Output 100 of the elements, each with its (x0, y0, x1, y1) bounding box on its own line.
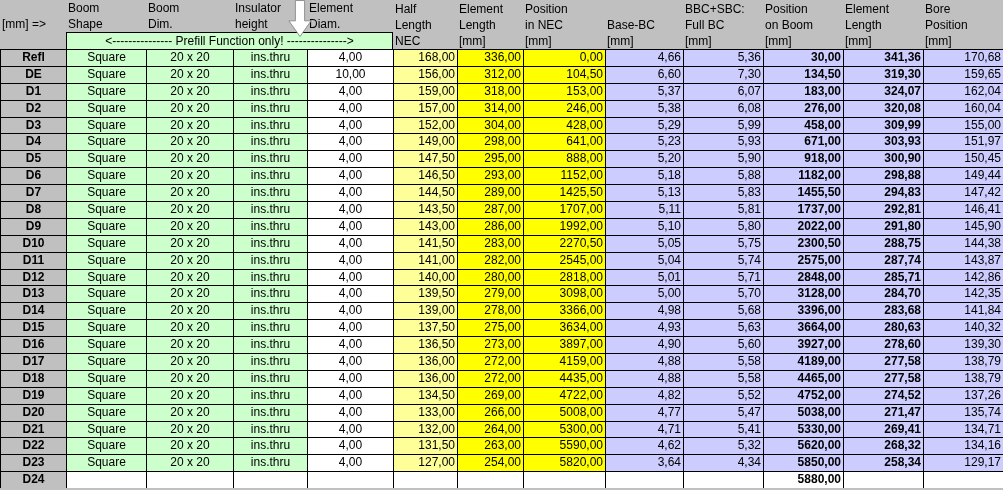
table-cell: 279,00 (458, 286, 523, 303)
table-cell: 5,04 (606, 252, 683, 269)
table-cell: 137,50 (394, 320, 457, 337)
table-cell: 4,00 (308, 185, 393, 201)
table-cell: ins.thru (234, 235, 307, 252)
table-cell: 291,80 (844, 218, 923, 235)
table-cell: Square (67, 303, 146, 320)
unit-label: [mm] => (1, 16, 47, 32)
table-cell: Square (67, 320, 146, 337)
table-cell: 271,47 (844, 404, 923, 421)
table-cell: 283,68 (844, 303, 923, 320)
table-cell: ins.thru (234, 337, 307, 354)
table-cell: 4,88 (606, 354, 683, 370)
table-cell: 3128,00 (764, 286, 843, 303)
table-cell: 20 x 20 (147, 387, 233, 404)
table-cell: 3366,00 (524, 303, 605, 320)
row-label: D7 (1, 185, 66, 201)
table-cell: 318,00 (458, 83, 523, 100)
table-cell: 2300,50 (764, 235, 843, 252)
table-cell: 4,71 (606, 421, 683, 438)
table-cell: 278,60 (844, 337, 923, 354)
table-cell: 1182,00 (764, 168, 843, 185)
table-cell: 2545,00 (524, 252, 605, 269)
table-cell: 134,50 (764, 66, 843, 83)
table-cell: 4,93 (606, 320, 683, 337)
table-cell: 20 x 20 (147, 303, 233, 320)
table-cell: 153,00 (524, 83, 605, 100)
table-cell: 304,00 (458, 117, 523, 134)
table-cell: 4,90 (606, 337, 683, 354)
table-cell: 4465,00 (764, 370, 843, 387)
table-cell: Square (67, 100, 146, 117)
table-cell: 4,00 (308, 421, 393, 438)
table-cell: 5,58 (684, 354, 763, 370)
table-cell: ins.thru (234, 83, 307, 100)
table-cell: Square (67, 117, 146, 134)
column-header: Boom Dim. (148, 0, 180, 32)
table-cell: ins.thru (234, 50, 307, 66)
table-cell: 4,00 (308, 252, 393, 269)
table-cell: 136,00 (394, 370, 457, 387)
table-cell: 138,79 (924, 354, 1003, 370)
table-cell: 288,75 (844, 235, 923, 252)
table-cell: 5590,00 (524, 438, 605, 455)
table-cell: 289,00 (458, 185, 523, 201)
table-cell: Square (67, 218, 146, 235)
table-cell: 264,00 (458, 421, 523, 438)
table-cell: 263,00 (458, 438, 523, 455)
table-cell: 149,00 (394, 134, 457, 151)
table-cell: 127,00 (394, 455, 457, 472)
table-cell: Square (67, 404, 146, 421)
table-cell: 888,00 (524, 151, 605, 168)
table-cell: 20 x 20 (147, 235, 233, 252)
table-cell: 168,00 (394, 50, 457, 66)
table-cell: 4,00 (308, 354, 393, 370)
row-label: D2 (1, 100, 66, 117)
table-cell: 159,00 (394, 83, 457, 100)
table-cell: 5850,00 (764, 455, 843, 472)
table-cell: 5,81 (684, 202, 763, 218)
table-cell: 1707,00 (524, 202, 605, 218)
row-label: D21 (1, 421, 66, 438)
column-header: Boom Shape (68, 0, 103, 32)
table-cell: 20 x 20 (147, 202, 233, 218)
table-cell: 170,68 (924, 50, 1003, 66)
table-cell: 277,58 (844, 354, 923, 370)
row-label: D6 (1, 168, 66, 185)
table-cell: 5,71 (684, 269, 763, 286)
table-cell: ins.thru (234, 421, 307, 438)
table-cell: Square (67, 202, 146, 218)
row-label: D12 (1, 269, 66, 286)
table-cell: 4,00 (308, 337, 393, 354)
table-cell: 139,30 (924, 337, 1003, 354)
row-label: D20 (1, 404, 66, 421)
table-cell: 283,00 (458, 235, 523, 252)
table-cell: ins.thru (234, 320, 307, 337)
table-cell: 20 x 20 (147, 354, 233, 370)
table-cell: 20 x 20 (147, 337, 233, 354)
table-cell: 5,01 (606, 269, 683, 286)
table-cell: 20 x 20 (147, 100, 233, 117)
table-cell: 4,00 (308, 151, 393, 168)
table-cell: 4,00 (308, 455, 393, 472)
table-cell: 671,00 (764, 134, 843, 151)
table-cell: 5,00 (606, 286, 683, 303)
table-cell: 4,00 (308, 303, 393, 320)
table-cell: 5,60 (684, 337, 763, 354)
table-cell: 134,71 (924, 421, 1003, 438)
table-cell: 139,00 (394, 303, 457, 320)
table-cell: 5,80 (684, 218, 763, 235)
row-label: D14 (1, 303, 66, 320)
table-cell: 146,41 (924, 202, 1003, 218)
table-cell: 132,00 (394, 421, 457, 438)
table-cell: 300,90 (844, 151, 923, 168)
row-label: D3 (1, 117, 66, 134)
table-cell: 141,50 (394, 235, 457, 252)
table-cell: 146,50 (394, 168, 457, 185)
table-cell: 254,00 (458, 455, 523, 472)
table-cell: 160,04 (924, 100, 1003, 117)
table-cell: ins.thru (234, 185, 307, 201)
table-cell: 5,74 (684, 252, 763, 269)
table-cell: 3098,00 (524, 286, 605, 303)
table-cell: 5330,00 (764, 421, 843, 438)
table-cell: 20 x 20 (147, 455, 233, 472)
